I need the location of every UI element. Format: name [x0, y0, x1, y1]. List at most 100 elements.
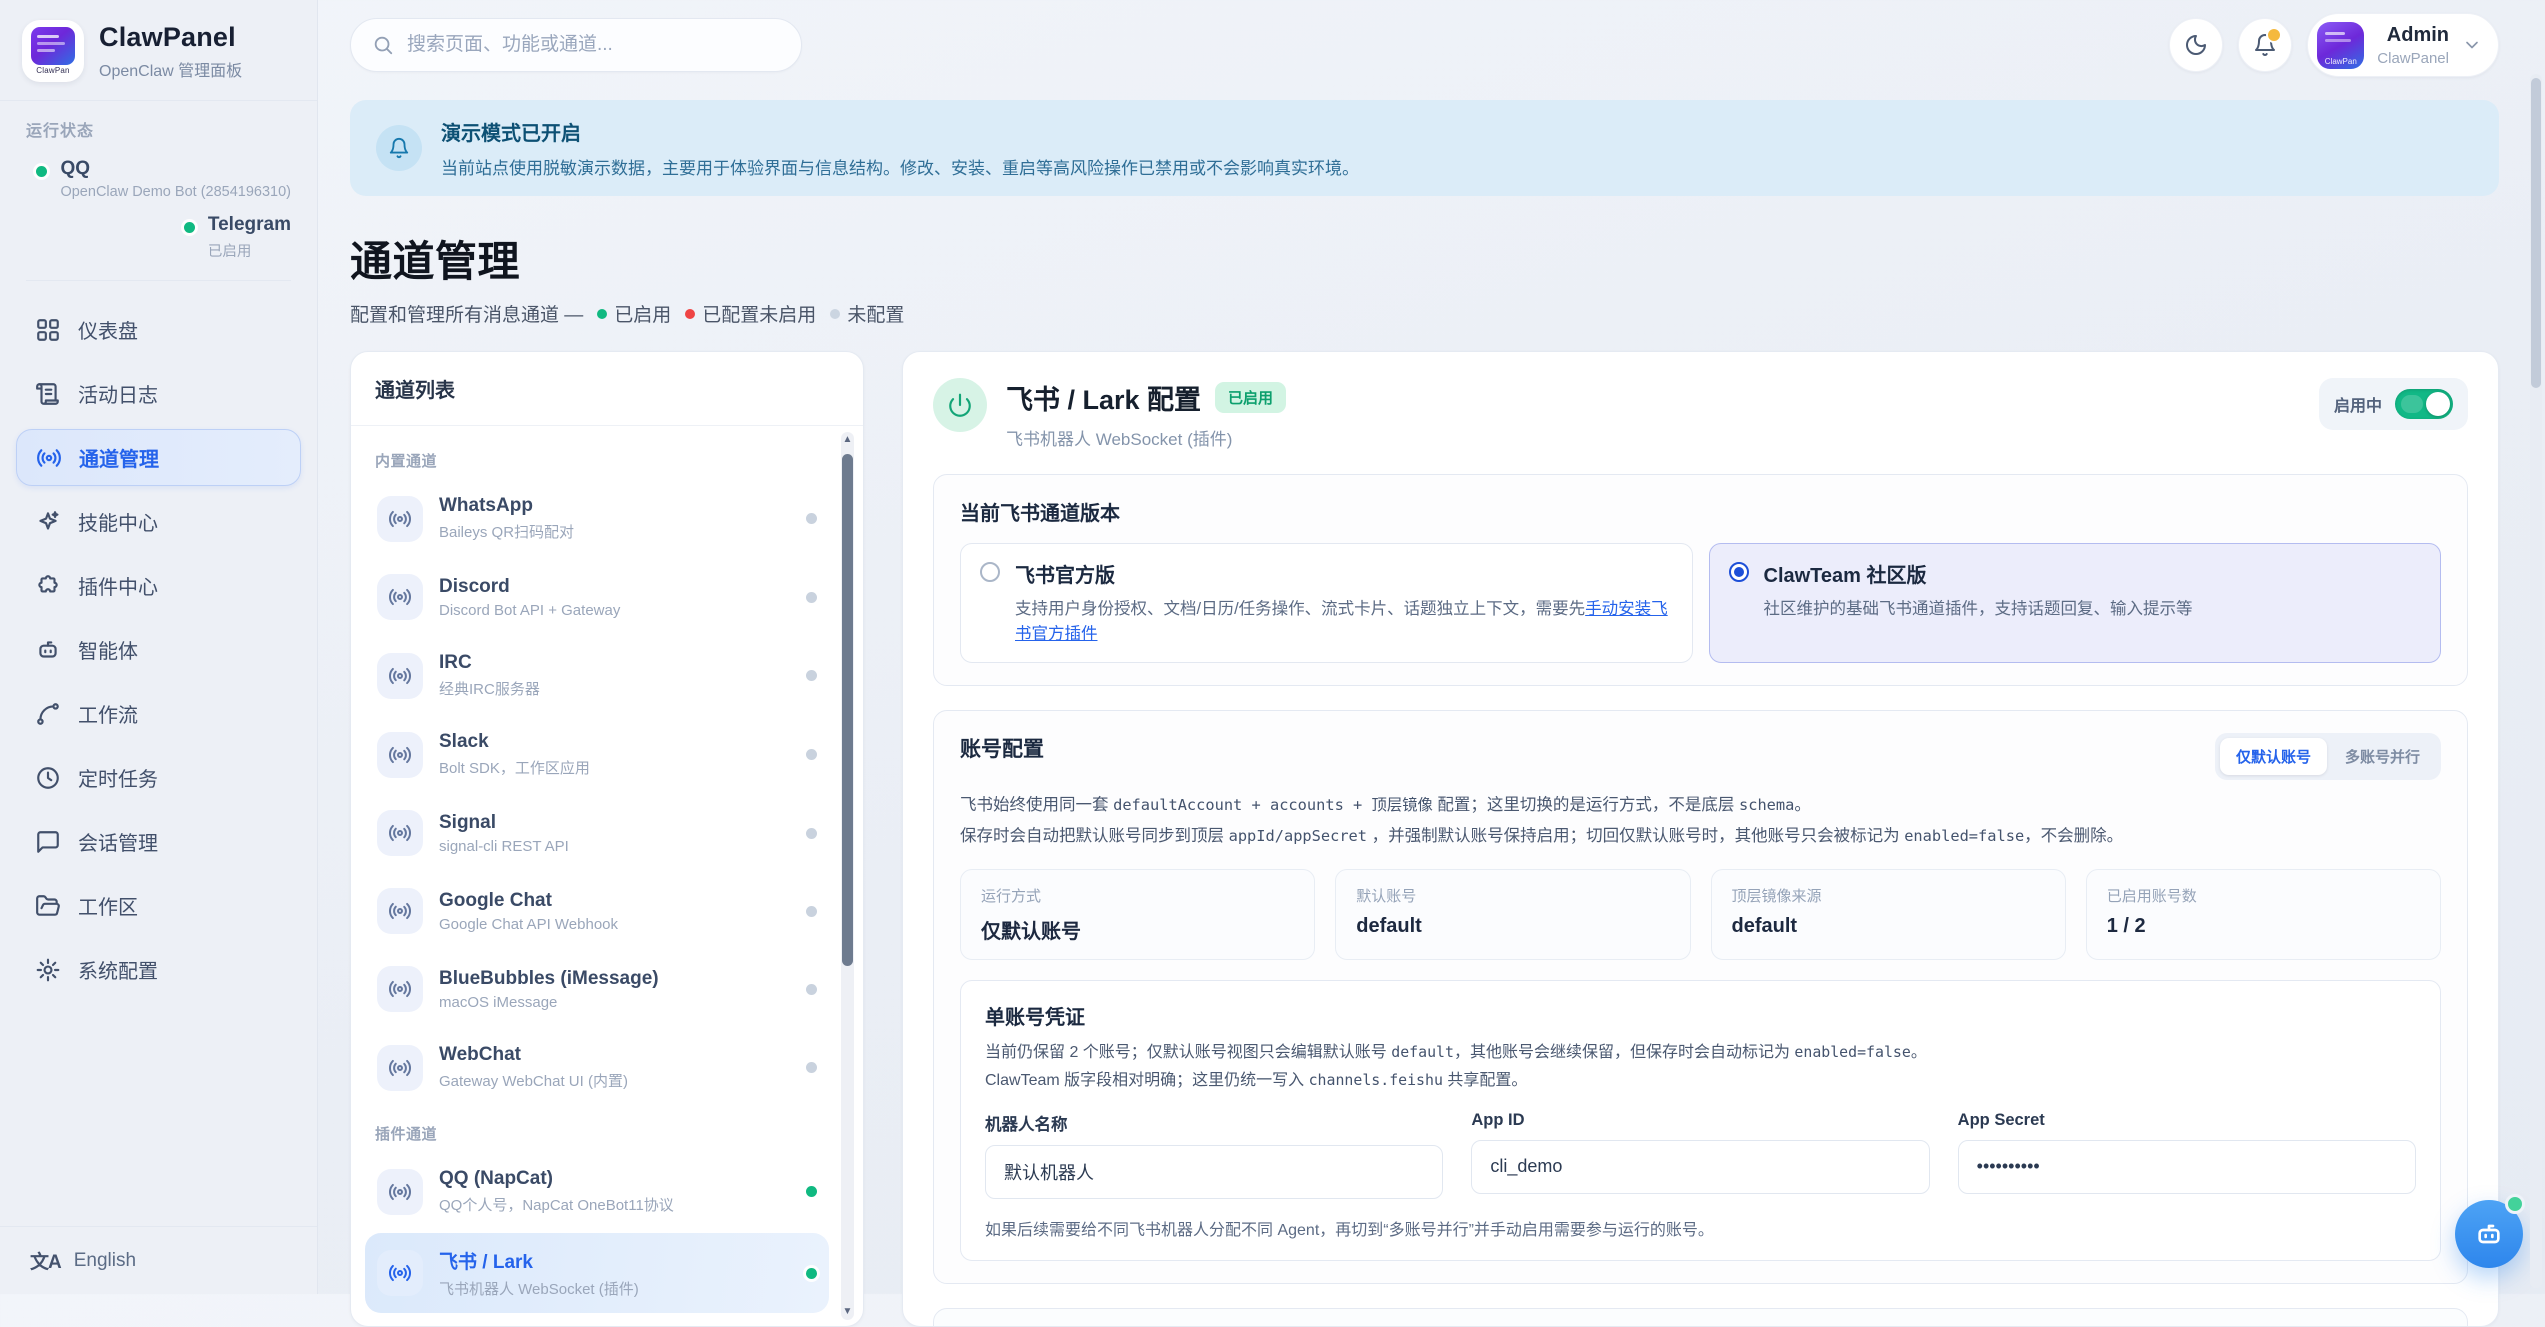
stat-label: 已启用账号数 — [2107, 885, 2420, 906]
legend-item: 未配置 — [830, 300, 904, 327]
page-scrollbar-thumb[interactable] — [2531, 78, 2541, 388]
channel-desc: Bolt SDK，工作区应用 — [439, 757, 590, 778]
credential-input[interactable] — [985, 1145, 1443, 1199]
user-menu[interactable]: ClawPan Admin ClawPanel — [2307, 13, 2499, 77]
sidebar-item-plugins[interactable]: 插件中心 — [16, 557, 301, 614]
account-section: 账号配置 仅默认账号 多账号并行 飞书始终使用同一套 defaultAccoun… — [933, 710, 2468, 1284]
credential-input[interactable] — [1471, 1140, 1929, 1194]
scroll-up-icon[interactable]: ▲ — [841, 433, 854, 447]
credentials-note: 如果后续需要给不同飞书机器人分配不同 Agent，再切到“多账号并行”并手动启用… — [985, 1216, 2416, 1240]
sidebar-item-agents[interactable]: 智能体 — [16, 621, 301, 678]
search-input[interactable] — [407, 34, 780, 56]
global-search[interactable] — [350, 18, 802, 72]
page-title: 通道管理 — [350, 228, 2499, 289]
credential-input[interactable] — [1958, 1140, 2416, 1194]
radio-waves-icon — [377, 888, 423, 934]
status-dot — [806, 670, 817, 681]
sidebar-menu: 仪表盘 活动日志 通道管理 技能中心 插件中心 智能体 工作流 定时任务 — [0, 293, 317, 1006]
channel-item[interactable]: Discord Discord Bot API + Gateway — [365, 560, 829, 634]
account-mode-tabs: 仅默认账号 多账号并行 — [2215, 733, 2441, 780]
topbar: ClawPan Admin ClawPanel — [350, 0, 2499, 87]
banner-bell-icon — [376, 125, 422, 171]
sidebar-item-label: 工作区 — [78, 891, 138, 920]
channel-name: Slack — [439, 731, 590, 753]
status-dot — [806, 1268, 817, 1279]
radio-waves-icon — [377, 1169, 423, 1215]
version-option-official[interactable]: 飞书官方版 支持用户身份授权、文档/日历/任务操作、流式卡片、话题独立上下文，需… — [960, 543, 1693, 663]
translate-icon: 文A — [30, 1247, 61, 1274]
sidebar-item-activity-log[interactable]: 活动日志 — [16, 365, 301, 422]
runtime-status-item: QQ OpenClaw Demo Bot (2854196310) — [26, 151, 291, 207]
enable-toggle[interactable] — [2395, 389, 2453, 419]
language-switcher[interactable]: 文A English — [0, 1226, 317, 1294]
sidebar-item-sessions[interactable]: 会话管理 — [16, 813, 301, 870]
status-dot — [806, 1186, 817, 1197]
radio-checked[interactable] — [1729, 562, 1749, 582]
notification-badge — [2266, 27, 2282, 43]
channel-item[interactable]: BlueBubbles (iMessage) macOS iMessage — [365, 952, 829, 1026]
banner-title: 演示模式已开启 — [441, 117, 1359, 146]
tab-default-only[interactable]: 仅默认账号 — [2220, 738, 2327, 775]
dashboard-icon — [35, 317, 61, 343]
channel-name: Discord — [439, 576, 620, 598]
app-title: ClawPanel — [99, 22, 242, 53]
demo-mode-banner: 演示模式已开启 当前站点使用脱敏演示数据，主要用于体验界面与信息结构。修改、安装… — [350, 100, 2499, 196]
channel-item[interactable]: Signal signal-cli REST API — [365, 796, 829, 870]
channel-item[interactable]: Telegram Telegram Bot 通道插件 — [365, 1317, 829, 1326]
fab-status-dot — [2505, 1194, 2525, 1214]
version-section-title: 当前飞书通道版本 — [960, 497, 2441, 526]
scrollbar-thumb[interactable] — [842, 454, 853, 966]
channel-item[interactable]: IRC 经典IRC服务器 — [365, 638, 829, 713]
sidebar-item-label: 插件中心 — [78, 571, 158, 600]
sidebar-item-channels[interactable]: 通道管理 — [16, 429, 301, 486]
version-option-community[interactable]: ClawTeam 社区版 社区维护的基础飞书通道插件，支持话题回复、输入提示等 — [1709, 543, 2442, 663]
sidebar-item-label: 智能体 — [78, 635, 138, 664]
option-title: 飞书官方版 — [1015, 559, 1673, 588]
scroll-down-icon[interactable]: ▼ — [841, 1305, 854, 1319]
sidebar-item-scheduled-tasks[interactable]: 定时任务 — [16, 749, 301, 806]
runtime-status-label: 运行状态 — [26, 117, 291, 141]
channel-item[interactable]: Slack Bolt SDK，工作区应用 — [365, 717, 829, 792]
account-section-title: 账号配置 — [960, 733, 1044, 763]
workflow-icon — [35, 701, 61, 727]
channel-group-label: 插件通道 — [375, 1123, 829, 1144]
sparkles-icon — [35, 509, 61, 535]
enable-toggle-group: 启用中 — [2319, 378, 2468, 430]
channel-item[interactable]: WebChat Gateway WebChat UI (内置) — [365, 1030, 829, 1105]
stat-card: 顶层镜像来源 default — [1711, 869, 2066, 960]
sidebar-item-workflow[interactable]: 工作流 — [16, 685, 301, 742]
legend-label: 未配置 — [847, 300, 904, 327]
sidebar-item-dashboard[interactable]: 仪表盘 — [16, 301, 301, 358]
stat-label: 顶层镜像来源 — [1732, 885, 2045, 906]
search-icon — [372, 34, 394, 56]
stat-card: 默认账号 default — [1335, 869, 1690, 960]
radio-waves-icon — [377, 732, 423, 778]
channel-name: WhatsApp — [439, 495, 574, 517]
channel-desc: Google Chat API Webhook — [439, 916, 618, 933]
channel-desc: Discord Bot API + Gateway — [439, 602, 620, 619]
channel-name: Signal — [439, 812, 569, 834]
page-scrollbar[interactable] — [2530, 74, 2542, 1288]
user-org: ClawPanel — [2377, 50, 2449, 67]
channel-item[interactable]: Google Chat Google Chat API Webhook — [365, 874, 829, 948]
channel-item[interactable]: WhatsApp Baileys QR扫码配对 — [365, 481, 829, 556]
sidebar-item-skills[interactable]: 技能中心 — [16, 493, 301, 550]
assistant-fab[interactable] — [2455, 1200, 2523, 1268]
sidebar-item-system-settings[interactable]: 系统配置 — [16, 941, 301, 998]
channel-item[interactable]: 飞书 / Lark 飞书机器人 WebSocket (插件) — [365, 1233, 829, 1313]
channel-name: IRC — [439, 652, 540, 674]
tab-multi-account[interactable]: 多账号并行 — [2329, 738, 2436, 775]
status-dot — [36, 166, 47, 177]
channel-item[interactable]: QQ (NapCat) QQ个人号，NapCat OneBot11协议 — [365, 1154, 829, 1229]
theme-toggle-button[interactable] — [2169, 18, 2223, 72]
sidebar-item-workspace[interactable]: 工作区 — [16, 877, 301, 934]
radio-unchecked[interactable] — [980, 562, 1000, 582]
notifications-button[interactable] — [2238, 18, 2292, 72]
activity-log-icon — [35, 381, 61, 407]
dm-scope-section: 私聊上下文隔离诊断 飞书私聊真正使用的是顶层 session.dmScope，不… — [933, 1308, 2468, 1327]
avatar: ClawPan — [2317, 22, 2364, 69]
channel-list-scrollbar[interactable]: ▲ ▼ — [841, 432, 854, 1320]
legend-dot — [597, 309, 607, 319]
clawpanel-logo-image — [31, 27, 75, 65]
stat-value: 1 / 2 — [2107, 915, 2420, 938]
